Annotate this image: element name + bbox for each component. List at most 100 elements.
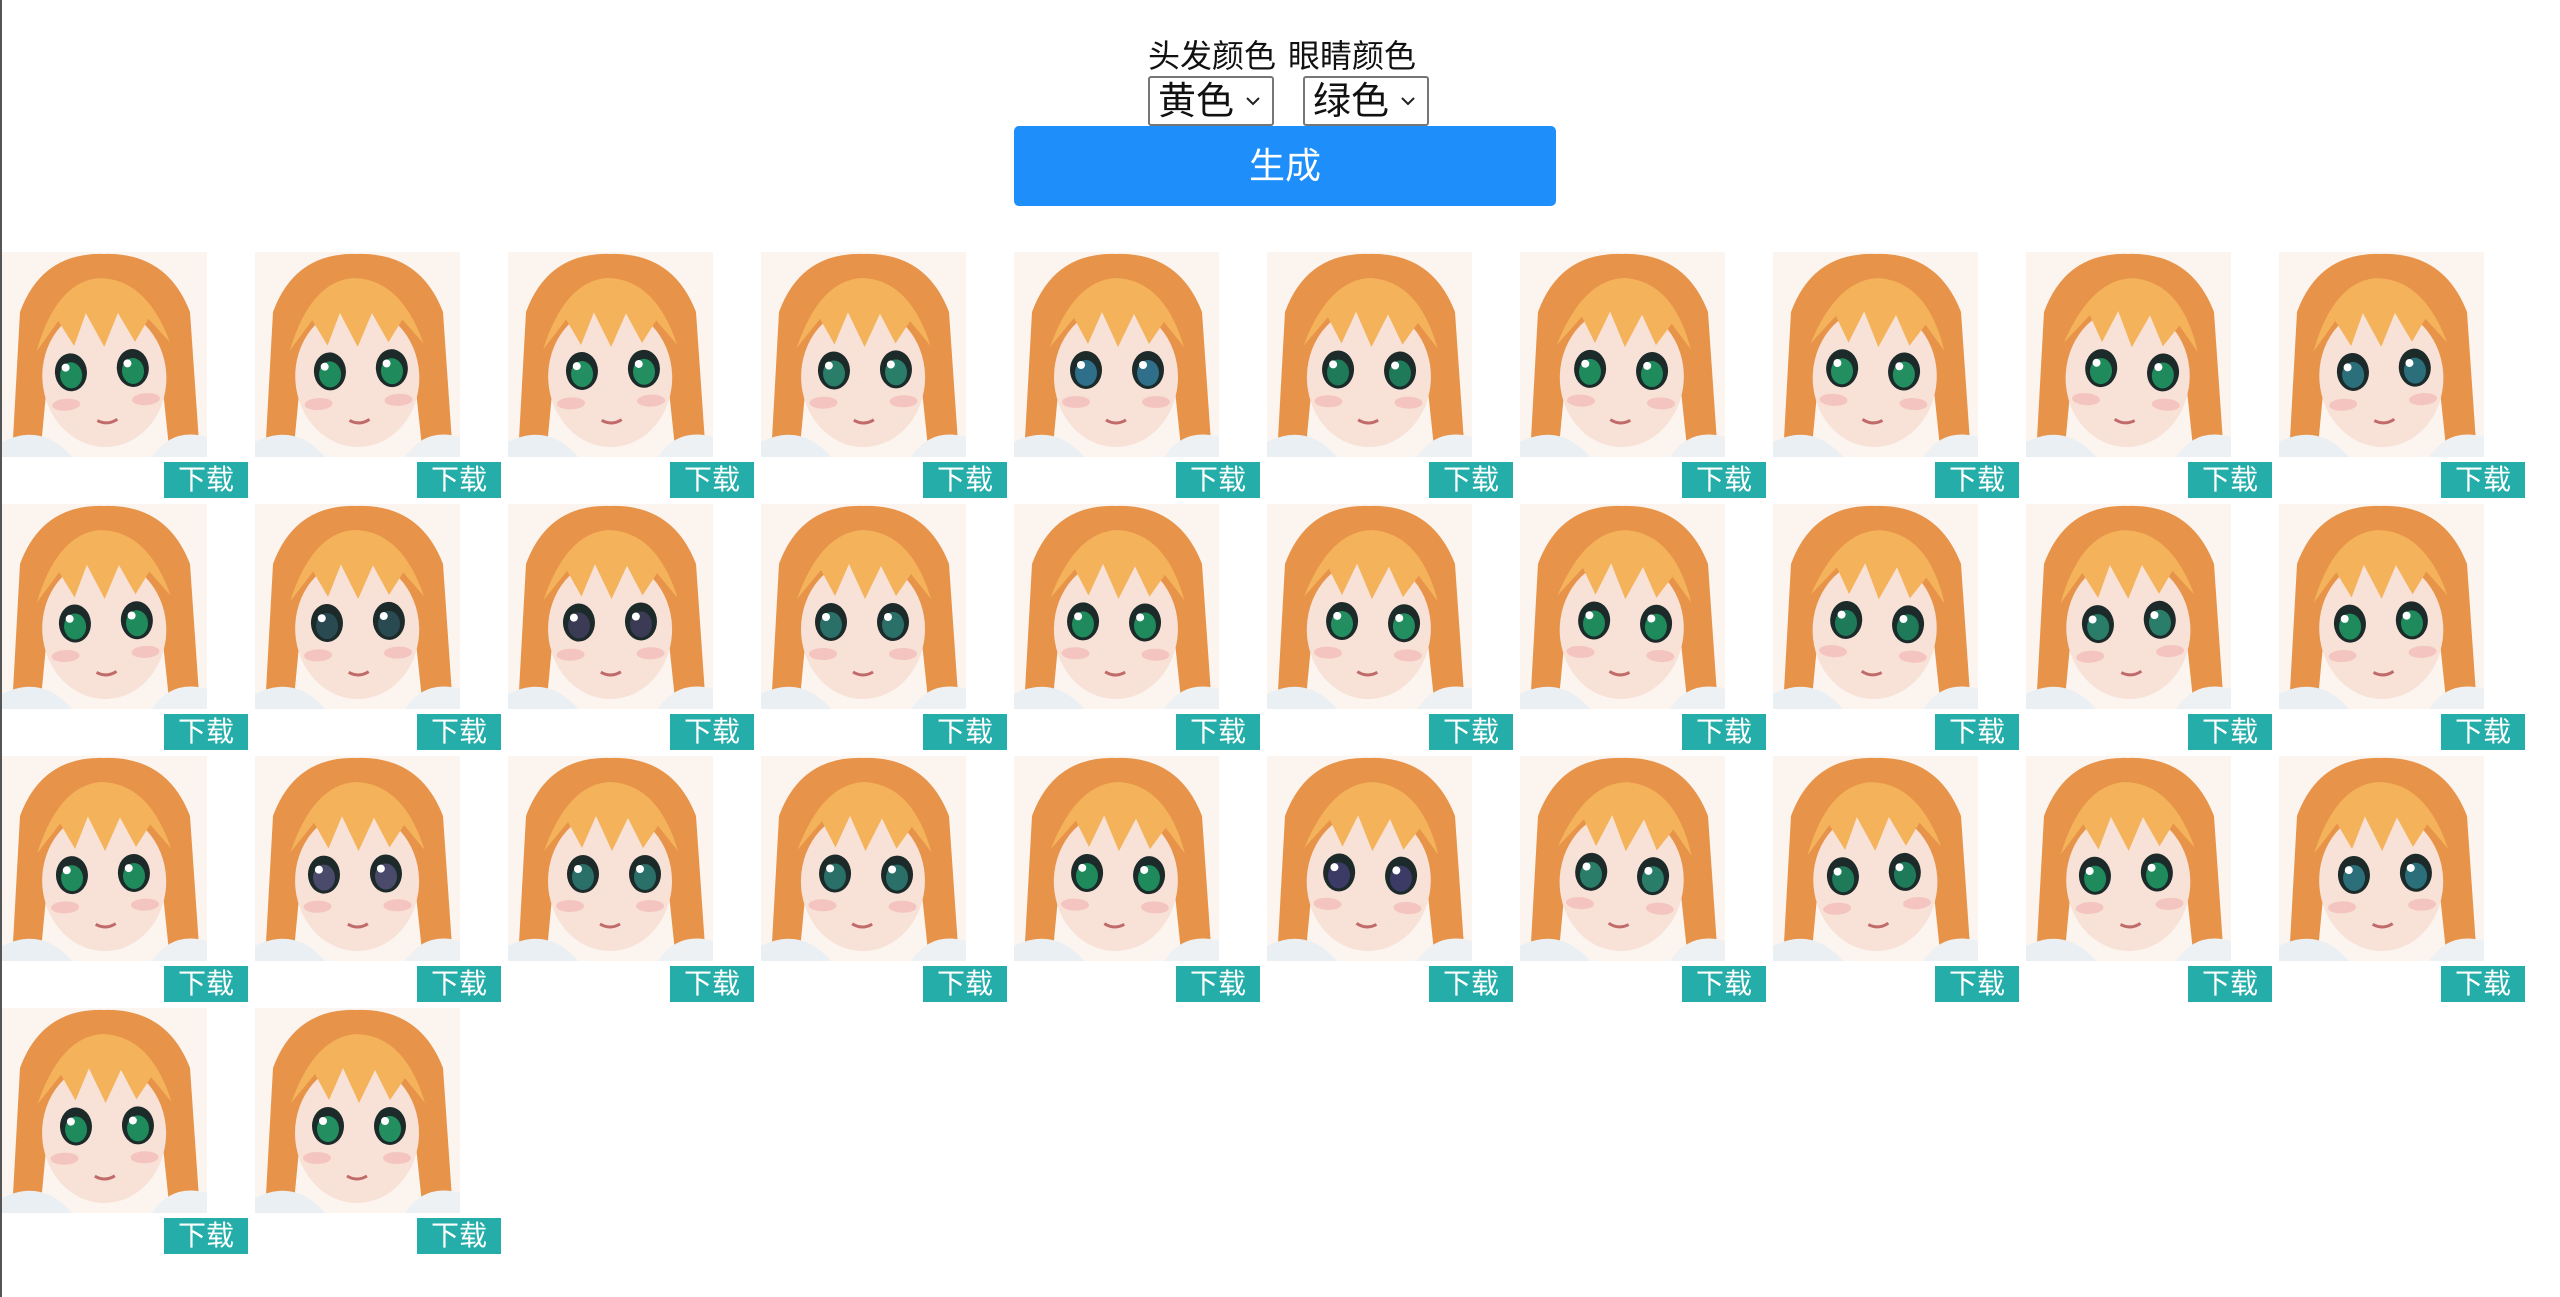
labels-row: 头发颜色 眼睛颜色 (1148, 36, 1428, 76)
generated-card: 下载 (255, 252, 503, 502)
generated-face-image (1773, 252, 1978, 457)
generated-face-image (1520, 252, 1725, 457)
generate-button[interactable]: 生成 (1014, 126, 1556, 206)
generated-face-image (1267, 252, 1472, 457)
generated-card: 下载 (508, 756, 756, 1006)
generated-face-image (2, 756, 207, 961)
download-button[interactable]: 下载 (923, 966, 1007, 1002)
eye-color-label: 眼睛颜色 (1288, 37, 1417, 75)
download-button[interactable]: 下载 (164, 1218, 248, 1254)
generated-face-image (1014, 252, 1219, 457)
generated-card: 下载 (1267, 252, 1515, 502)
download-button[interactable]: 下载 (1935, 714, 2019, 750)
generated-face-image (255, 1008, 460, 1213)
generated-face-image (508, 756, 713, 961)
generated-card: 下载 (761, 504, 1009, 754)
generated-face-image (1014, 756, 1219, 961)
download-button[interactable]: 下载 (670, 714, 754, 750)
hair-color-select[interactable]: 黄色 (1148, 76, 1274, 126)
generated-card: 下载 (1267, 756, 1515, 1006)
generated-face-image (1014, 504, 1219, 709)
download-button[interactable]: 下载 (923, 714, 1007, 750)
generated-card: 下载 (761, 252, 1009, 502)
generated-face-image (2279, 252, 2484, 457)
generated-card: 下载 (508, 504, 756, 754)
download-button[interactable]: 下载 (1682, 462, 1766, 498)
generated-card: 下载 (2, 756, 250, 1006)
generated-card: 下载 (1773, 252, 2021, 502)
download-button[interactable]: 下载 (417, 462, 501, 498)
generated-card: 下载 (1520, 504, 1768, 754)
generated-card: 下载 (2026, 504, 2274, 754)
generated-face-image (1773, 756, 1978, 961)
download-button[interactable]: 下载 (164, 462, 248, 498)
generated-card: 下载 (1773, 756, 2021, 1006)
generated-face-image (2026, 756, 2231, 961)
download-button[interactable]: 下载 (1429, 462, 1513, 498)
generated-card: 下载 (761, 756, 1009, 1006)
generated-card: 下载 (2279, 504, 2527, 754)
download-button[interactable]: 下载 (1682, 714, 1766, 750)
generated-face-image (2, 1008, 207, 1213)
generated-face-image (761, 756, 966, 961)
generated-card: 下载 (255, 756, 503, 1006)
generated-card: 下载 (2, 1008, 250, 1258)
generated-card: 下载 (2026, 252, 2274, 502)
download-button[interactable]: 下载 (1682, 966, 1766, 1002)
generated-face-image (1773, 504, 1978, 709)
generated-face-image (255, 252, 460, 457)
chevron-down-icon (1246, 97, 1260, 106)
generated-card: 下载 (2279, 756, 2527, 1006)
generated-face-image (2026, 504, 2231, 709)
download-button[interactable]: 下载 (1176, 714, 1260, 750)
generated-card: 下载 (1014, 504, 1262, 754)
generated-face-image (2, 504, 207, 709)
hair-color-label: 头发颜色 (1148, 37, 1277, 75)
download-button[interactable]: 下载 (417, 1218, 501, 1254)
generated-card: 下载 (2, 252, 250, 502)
generated-face-image (255, 504, 460, 709)
generated-face-image (1520, 756, 1725, 961)
generated-card: 下载 (1520, 252, 1768, 502)
download-button[interactable]: 下载 (1176, 966, 1260, 1002)
download-button[interactable]: 下载 (670, 462, 754, 498)
download-button[interactable]: 下载 (670, 966, 754, 1002)
generated-card: 下载 (255, 1008, 503, 1258)
download-button[interactable]: 下载 (2188, 714, 2272, 750)
generated-face-image (761, 504, 966, 709)
eye-color-value: 绿色 (1313, 79, 1390, 123)
generated-face-image (761, 252, 966, 457)
download-button[interactable]: 下载 (1429, 966, 1513, 1002)
generated-card: 下载 (1773, 504, 2021, 754)
generated-card: 下载 (2026, 756, 2274, 1006)
generated-card: 下载 (2, 504, 250, 754)
generated-card: 下载 (508, 252, 756, 502)
download-button[interactable]: 下载 (164, 714, 248, 750)
hair-color-value: 黄色 (1158, 79, 1235, 123)
download-button[interactable]: 下载 (2188, 966, 2272, 1002)
download-button[interactable]: 下载 (1935, 966, 2019, 1002)
generated-face-image (1267, 756, 1472, 961)
download-button[interactable]: 下载 (2441, 462, 2525, 498)
download-button[interactable]: 下载 (2441, 714, 2525, 750)
download-button[interactable]: 下载 (2188, 462, 2272, 498)
download-button[interactable]: 下载 (923, 462, 1007, 498)
generated-face-image (255, 756, 460, 961)
download-button[interactable]: 下载 (2441, 966, 2525, 1002)
download-button[interactable]: 下载 (417, 714, 501, 750)
download-button[interactable]: 下载 (1935, 462, 2019, 498)
generated-face-image (2026, 252, 2231, 457)
generated-card: 下载 (1014, 756, 1262, 1006)
download-button[interactable]: 下载 (1176, 462, 1260, 498)
generated-face-image (508, 252, 713, 457)
generated-face-image (508, 504, 713, 709)
eye-color-select[interactable]: 绿色 (1303, 76, 1429, 126)
download-button[interactable]: 下载 (417, 966, 501, 1002)
download-button[interactable]: 下载 (164, 966, 248, 1002)
generated-face-image (1267, 504, 1472, 709)
generated-card: 下载 (1014, 252, 1262, 502)
download-button[interactable]: 下载 (1429, 714, 1513, 750)
generated-card: 下载 (2279, 252, 2527, 502)
chevron-down-icon (1401, 97, 1415, 106)
generated-card: 下载 (1520, 756, 1768, 1006)
